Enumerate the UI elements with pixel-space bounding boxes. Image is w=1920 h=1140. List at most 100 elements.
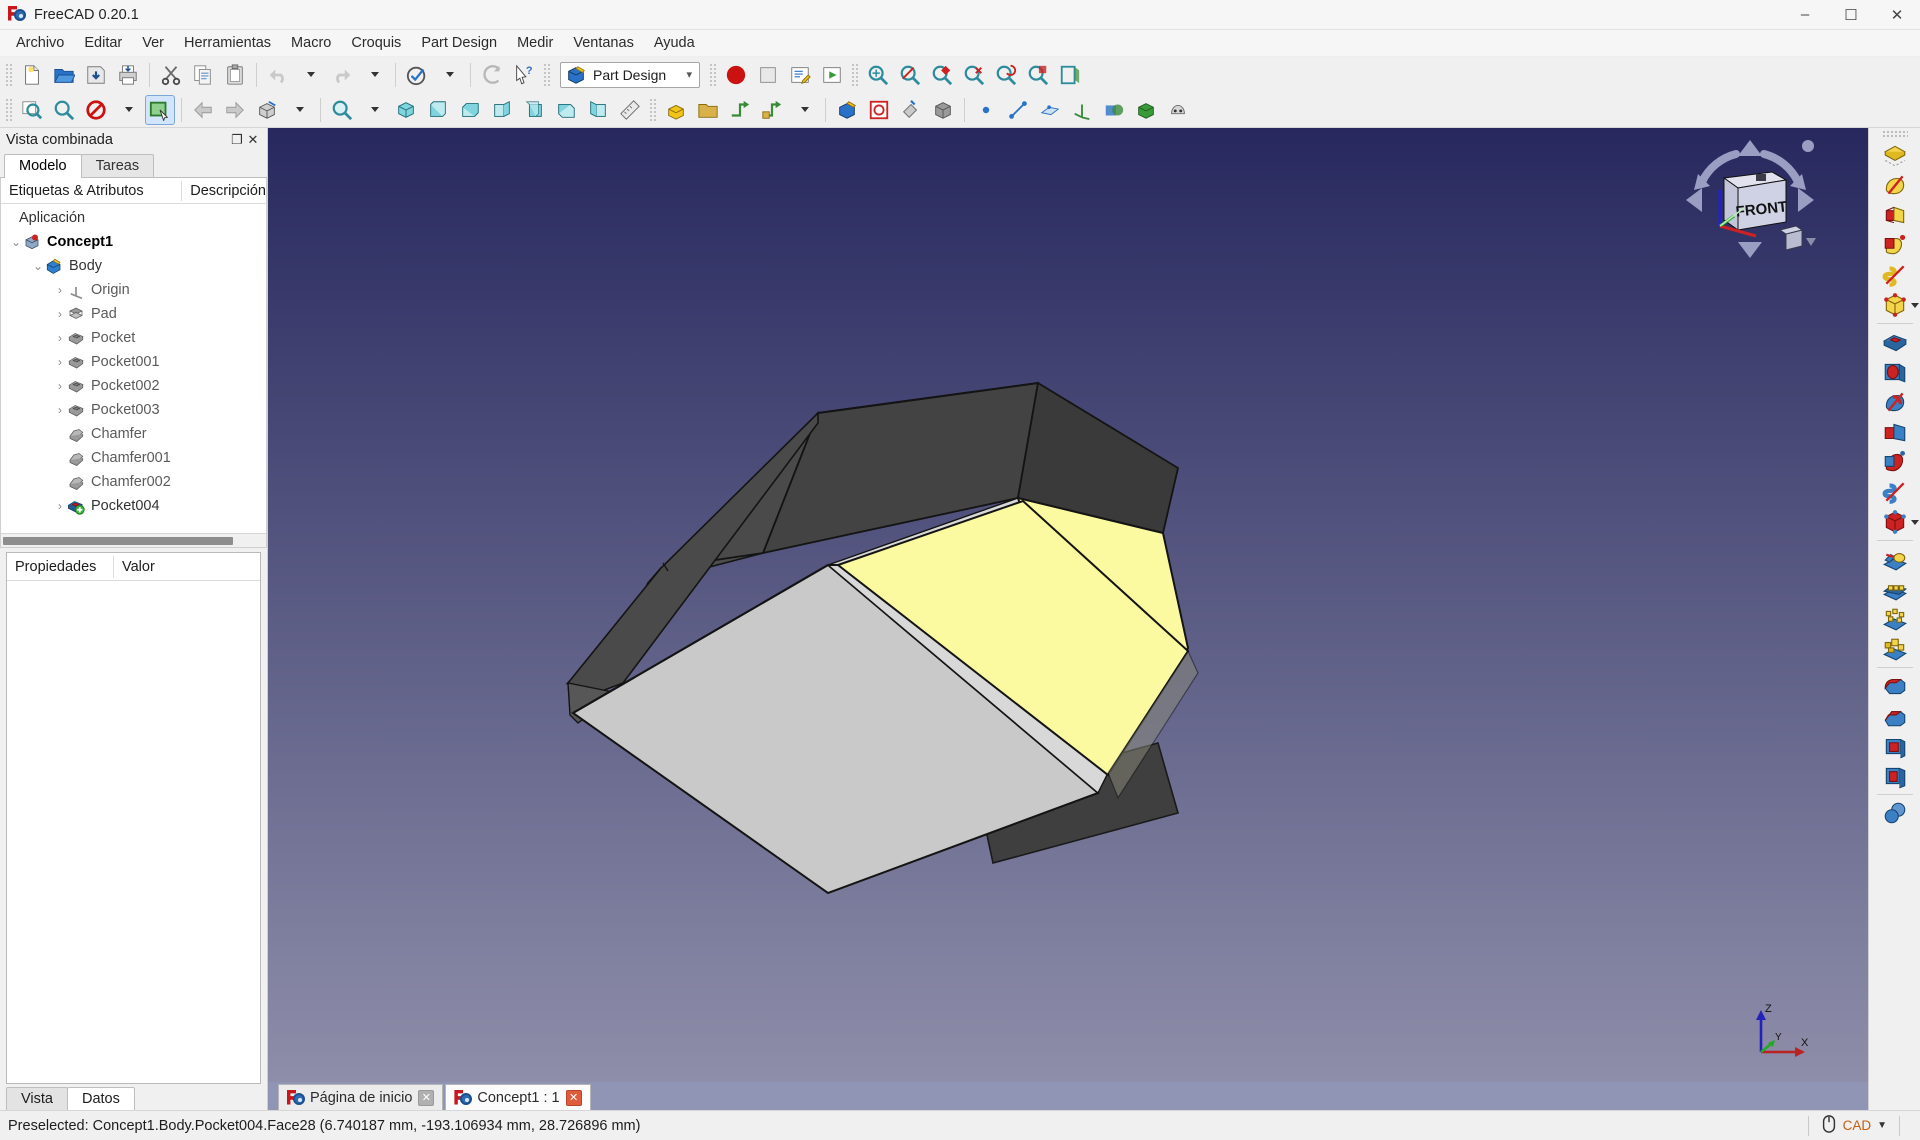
toolbar-grip-2[interactable] <box>543 63 551 87</box>
close-button[interactable]: ✕ <box>1874 0 1920 30</box>
tab-datos[interactable]: Datos <box>67 1087 135 1110</box>
close-icon[interactable]: ✕ <box>418 1090 434 1106</box>
tab-modelo[interactable]: Modelo <box>4 154 82 178</box>
no-draw-style-icon[interactable] <box>81 95 111 125</box>
tree-expander[interactable]: ⌄ <box>31 259 45 273</box>
sketch-view-section-icon[interactable] <box>1055 60 1085 90</box>
nav-forward-icon[interactable] <box>220 95 250 125</box>
additive-pad-icon[interactable] <box>1878 140 1912 170</box>
point-icon[interactable] <box>971 95 1001 125</box>
thickness-icon[interactable] <box>1878 761 1912 791</box>
create-group-icon[interactable] <box>693 95 723 125</box>
toolbar-grip-4[interactable] <box>851 63 859 87</box>
subtractive-loft-icon[interactable] <box>1878 417 1912 447</box>
fit-all-icon[interactable] <box>17 95 47 125</box>
mdi-tab-concept1[interactable]: Concept1 : 1 ✕ <box>445 1084 590 1110</box>
subtractive-pipe-icon[interactable] <box>1878 447 1912 477</box>
create-sketch-icon[interactable] <box>864 95 894 125</box>
tree-item-chamfer002[interactable]: Chamfer002 <box>1 470 266 494</box>
menu-croquis[interactable]: Croquis <box>341 32 411 54</box>
menu-ayuda[interactable]: Ayuda <box>644 32 705 54</box>
property-editor[interactable]: Propiedades Valor <box>6 552 261 1084</box>
toolbar-grip-5[interactable] <box>5 98 13 122</box>
chamfer-icon[interactable] <box>1878 701 1912 731</box>
additive-pipe-icon[interactable] <box>1878 230 1912 260</box>
undo-dropdown-caret-icon[interactable] <box>295 60 325 90</box>
paste-icon[interactable] <box>220 60 250 90</box>
mirror-sketch-icon[interactable] <box>895 60 925 90</box>
tree-expander[interactable]: › <box>53 355 67 369</box>
boolean-icon[interactable] <box>1099 95 1129 125</box>
tree-expander[interactable]: ⌄ <box>9 235 23 249</box>
linear-pattern-icon[interactable] <box>1878 574 1912 604</box>
zoom-caret-icon[interactable] <box>359 95 389 125</box>
new-document-icon[interactable] <box>17 60 47 90</box>
macro-execute-icon[interactable] <box>817 60 847 90</box>
left-view-icon[interactable] <box>583 95 613 125</box>
local-coord-icon[interactable] <box>1067 95 1097 125</box>
bottom-view-icon[interactable] <box>551 95 581 125</box>
axonometric-icon[interactable] <box>252 95 282 125</box>
menu-medir[interactable]: Medir <box>507 32 563 54</box>
close-icon[interactable]: ✕ <box>566 1090 582 1106</box>
tree-item-pad[interactable]: › Pad <box>1 302 266 326</box>
macro-edit-icon[interactable] <box>785 60 815 90</box>
toolbar-grip-3[interactable] <box>709 63 717 87</box>
menu-archivo[interactable]: Archivo <box>6 32 74 54</box>
tree-item-pocket002[interactable]: › Pocket002 <box>1 374 266 398</box>
refresh-icon[interactable] <box>477 60 507 90</box>
redo-icon[interactable] <box>327 60 357 90</box>
chevron-down-icon[interactable] <box>1911 303 1919 308</box>
model-tree[interactable]: Aplicación ⌄ Concept1 ⌄ <box>1 204 266 533</box>
measure-icon[interactable] <box>615 95 645 125</box>
tree-expander[interactable]: › <box>53 379 67 393</box>
redo-dropdown-caret-icon[interactable] <box>359 60 389 90</box>
tree-item-pocket004[interactable]: › Pocket004 <box>1 494 266 518</box>
create-body-icon[interactable] <box>832 95 862 125</box>
navigation-cube[interactable]: FRONT <box>1680 134 1820 264</box>
top-view-icon[interactable] <box>455 95 485 125</box>
maximize-button[interactable]: ☐ <box>1828 0 1874 30</box>
subtractive-pocket-icon[interactable] <box>1878 327 1912 357</box>
mirrored-icon[interactable] <box>1878 544 1912 574</box>
print-icon[interactable] <box>113 60 143 90</box>
sketch-reorient-icon[interactable] <box>991 60 1021 90</box>
fillet-icon[interactable] <box>1878 671 1912 701</box>
attachment-icon[interactable] <box>896 95 926 125</box>
open-document-icon[interactable] <box>49 60 79 90</box>
additive-revolution-icon[interactable] <box>1878 170 1912 200</box>
menu-ventanas[interactable]: Ventanas <box>563 32 643 54</box>
toolbar-grip-right[interactable] <box>1882 130 1908 138</box>
3d-model[interactable] <box>418 253 1218 913</box>
mdi-tab-start-page[interactable]: Página de inicio ✕ <box>278 1084 443 1110</box>
toolbar-grip-6[interactable] <box>649 98 657 122</box>
save-document-icon[interactable] <box>81 60 111 90</box>
tree-item-aplicacion[interactable]: Aplicación <box>1 206 266 230</box>
close-panel-button[interactable]: ✕ <box>245 132 261 148</box>
additive-helix-icon[interactable] <box>1878 260 1912 290</box>
axonometric-caret-icon[interactable] <box>284 95 314 125</box>
remove-axes-alignment-icon[interactable] <box>959 60 989 90</box>
subtractive-groove-icon[interactable] <box>1878 387 1912 417</box>
additive-loft-icon[interactable] <box>1878 200 1912 230</box>
subtractive-helix-icon[interactable] <box>1878 477 1912 507</box>
pad-icon[interactable] <box>661 95 691 125</box>
scrollbar-thumb[interactable] <box>3 537 233 545</box>
tree-item-body[interactable]: ⌄ Body <box>1 254 266 278</box>
validate-dropdown-caret-icon[interactable] <box>434 60 464 90</box>
tree-horizontal-scrollbar[interactable] <box>1 533 266 547</box>
macro-record-icon[interactable] <box>721 60 751 90</box>
boolean-operation-icon[interactable] <box>1878 798 1912 828</box>
tree-item-chamfer001[interactable]: Chamfer001 <box>1 446 266 470</box>
zoom-box-icon[interactable] <box>327 95 357 125</box>
map-sketch-icon[interactable] <box>1023 60 1053 90</box>
workbench-selector[interactable]: Part Design ▾ <box>560 62 700 88</box>
subtractive-primitive-icon[interactable] <box>1878 507 1912 537</box>
menu-ver[interactable]: Ver <box>132 32 174 54</box>
tree-expander[interactable]: › <box>53 283 67 297</box>
line-icon[interactable] <box>1003 95 1033 125</box>
toolbar-grip[interactable] <box>5 63 13 87</box>
shape-binder-icon[interactable] <box>928 95 958 125</box>
polar-pattern-icon[interactable] <box>1878 604 1912 634</box>
cut-icon[interactable] <box>156 60 186 90</box>
